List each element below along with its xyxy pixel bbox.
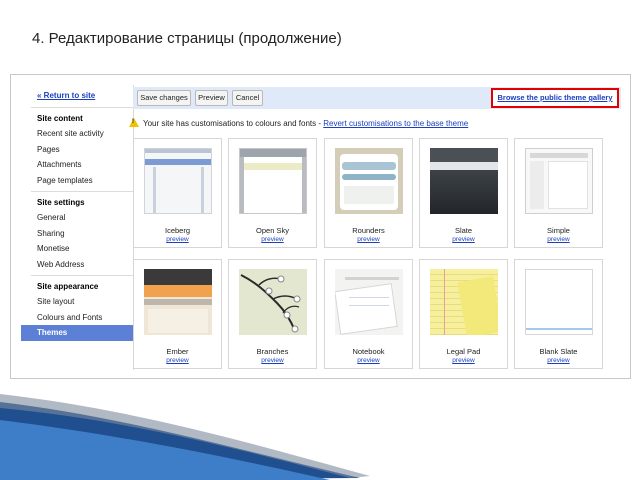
sidebar-item-general[interactable]: General bbox=[21, 210, 133, 226]
theme-card-branches[interactable]: Branches preview bbox=[228, 259, 317, 369]
theme-card-rounders[interactable]: Rounders preview bbox=[324, 138, 413, 248]
theme-thumbnail-iceberg bbox=[144, 148, 212, 214]
divider bbox=[31, 275, 133, 276]
theme-preview-link[interactable]: preview bbox=[325, 357, 412, 364]
theme-card-notebook[interactable]: Notebook preview bbox=[324, 259, 413, 369]
divider bbox=[31, 107, 133, 108]
sidebar-item-page-templates[interactable]: Page templates bbox=[21, 173, 133, 189]
theme-card-blank-slate[interactable]: Blank Slate preview bbox=[514, 259, 603, 369]
theme-name: Slate bbox=[454, 226, 473, 235]
slide-title: 4. Редактирование страницы (продолжение) bbox=[32, 30, 342, 47]
theme-thumbnail-ember bbox=[144, 269, 212, 335]
theme-thumbnail-simple bbox=[525, 148, 593, 214]
sidebar-heading-site-content: Site content bbox=[37, 114, 83, 123]
save-changes-button[interactable]: Save changes bbox=[137, 90, 191, 106]
sidebar: « Return to site Site content Recent sit… bbox=[21, 85, 133, 341]
preview-button[interactable]: Preview bbox=[195, 90, 228, 106]
theme-thumbnail-blank-slate bbox=[525, 269, 593, 335]
theme-card-open-sky[interactable]: Open Sky preview bbox=[228, 138, 317, 248]
divider bbox=[31, 191, 133, 192]
theme-preview-link[interactable]: preview bbox=[420, 357, 507, 364]
theme-preview-link[interactable]: preview bbox=[515, 357, 602, 364]
browse-gallery-highlight: Browse the public theme gallery bbox=[491, 88, 619, 108]
theme-preview-link[interactable]: preview bbox=[134, 236, 221, 243]
theme-preview-link[interactable]: preview bbox=[515, 236, 602, 243]
cancel-button[interactable]: Cancel bbox=[232, 90, 263, 106]
theme-preview-link[interactable]: preview bbox=[325, 236, 412, 243]
theme-preview-link[interactable]: preview bbox=[229, 236, 316, 243]
theme-card-simple[interactable]: Simple preview bbox=[514, 138, 603, 248]
theme-name: Blank Slate bbox=[539, 347, 578, 356]
warning-icon bbox=[129, 118, 139, 127]
theme-preview-link[interactable]: preview bbox=[134, 357, 221, 364]
sidebar-item-site-layout[interactable]: Site layout bbox=[21, 294, 133, 310]
notice-text: Your site has customisations to colours … bbox=[143, 119, 324, 128]
theme-name: Rounders bbox=[352, 226, 385, 235]
theme-thumbnail-rounders bbox=[335, 148, 403, 214]
sidebar-item-web-address[interactable]: Web Address bbox=[21, 257, 133, 273]
branches-art bbox=[240, 274, 301, 333]
theme-thumbnail-notebook bbox=[335, 269, 403, 335]
sidebar-item-colours-and-fonts[interactable]: Colours and Fonts bbox=[21, 310, 133, 326]
theme-name: Notebook bbox=[352, 347, 385, 356]
theme-preview-link[interactable]: preview bbox=[229, 357, 316, 364]
theme-card-legal-pad[interactable]: Legal Pad preview bbox=[419, 259, 508, 369]
revert-customisations-link[interactable]: Revert customisations to the base theme bbox=[323, 119, 468, 128]
theme-thumbnail-open-sky bbox=[239, 148, 307, 214]
theme-name: Branches bbox=[256, 347, 289, 356]
toolbar: Save changes Preview Cancel Browse the p… bbox=[133, 87, 621, 109]
theme-card-slate[interactable]: Slate preview bbox=[419, 138, 508, 248]
browse-theme-gallery-link[interactable]: Browse the public theme gallery bbox=[493, 90, 617, 106]
theme-name: Legal Pad bbox=[446, 347, 481, 356]
sidebar-item-monetise[interactable]: Monetise bbox=[21, 241, 133, 257]
theme-thumbnail-branches bbox=[239, 269, 307, 335]
sidebar-item-pages[interactable]: Pages bbox=[21, 142, 133, 158]
theme-card-iceberg[interactable]: Iceberg preview bbox=[133, 138, 222, 248]
screenshot-frame: « Return to site Site content Recent sit… bbox=[10, 74, 631, 379]
customisation-notice: Your site has customisations to colours … bbox=[129, 118, 468, 128]
theme-name: Simple bbox=[547, 226, 570, 235]
return-to-site-link[interactable]: « Return to site bbox=[21, 85, 133, 104]
theme-thumbnail-legal-pad bbox=[430, 269, 498, 335]
theme-name: Ember bbox=[166, 347, 189, 356]
sidebar-item-themes[interactable]: Themes bbox=[21, 325, 133, 341]
theme-thumbnail-slate bbox=[430, 148, 498, 214]
sidebar-item-sharing[interactable]: Sharing bbox=[21, 226, 133, 242]
sidebar-heading-site-settings: Site settings bbox=[37, 198, 85, 207]
decorative-swoosh bbox=[0, 394, 370, 480]
sidebar-item-recent-site-activity[interactable]: Recent site activity bbox=[21, 126, 133, 142]
theme-card-ember[interactable]: Ember preview bbox=[133, 259, 222, 369]
sidebar-item-attachments[interactable]: Attachments bbox=[21, 157, 133, 173]
sidebar-heading-site-appearance: Site appearance bbox=[37, 282, 99, 291]
theme-preview-link[interactable]: preview bbox=[420, 236, 507, 243]
theme-name: Open Sky bbox=[256, 226, 289, 235]
theme-name: Iceberg bbox=[164, 226, 191, 235]
